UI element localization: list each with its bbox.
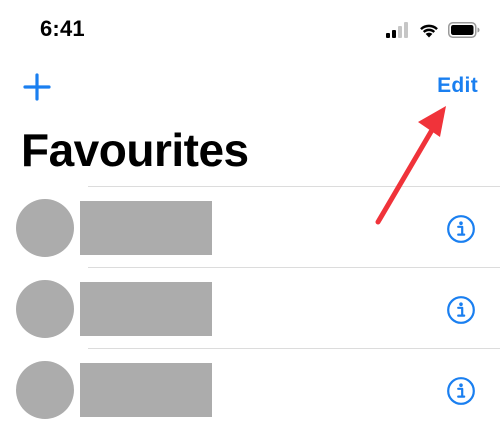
status-time: 6:41 xyxy=(40,16,85,41)
contact-name-redacted xyxy=(80,201,212,255)
contact-info-button[interactable] xyxy=(446,376,476,406)
favourite-contact-row[interactable] xyxy=(0,349,500,429)
info-icon xyxy=(447,377,475,405)
status-icons xyxy=(386,22,480,38)
battery-icon xyxy=(448,22,480,38)
avatar xyxy=(16,199,74,257)
info-icon xyxy=(447,296,475,324)
favourite-contact-row[interactable] xyxy=(0,187,500,267)
favourite-contact-row[interactable] xyxy=(0,268,500,348)
cellular-signal-icon xyxy=(386,22,408,38)
wifi-icon xyxy=(420,24,438,38)
edit-button[interactable]: Edit xyxy=(437,74,478,98)
info-icon xyxy=(447,215,475,243)
status-bar: 6:41 xyxy=(0,0,500,62)
contact-info-button[interactable] xyxy=(446,295,476,325)
contact-name-redacted xyxy=(80,282,212,336)
avatar xyxy=(16,280,74,338)
page-title: Favourites xyxy=(21,124,249,176)
favourites-list xyxy=(0,186,500,429)
avatar xyxy=(16,361,74,419)
contact-info-button[interactable] xyxy=(446,214,476,244)
plus-icon xyxy=(23,73,51,101)
contact-name-redacted xyxy=(80,363,212,417)
add-button[interactable] xyxy=(22,72,52,102)
